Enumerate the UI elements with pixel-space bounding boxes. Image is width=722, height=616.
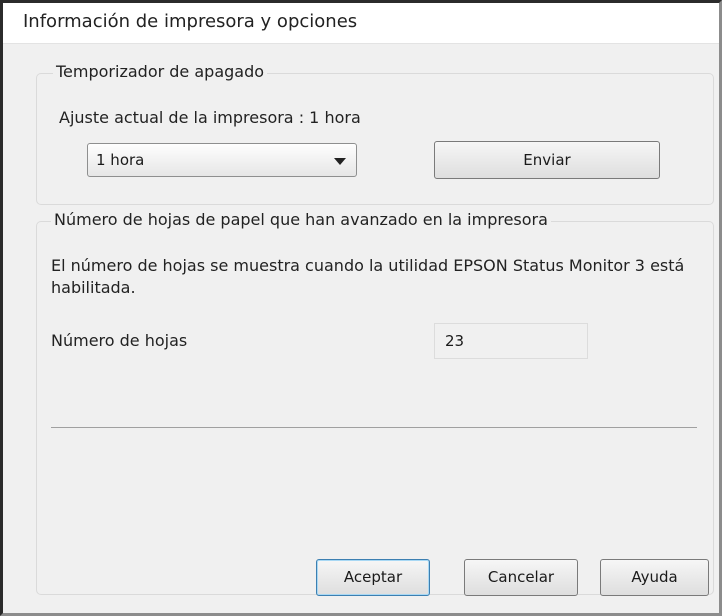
send-button[interactable]: Enviar (434, 141, 660, 179)
power-off-select[interactable]: 1 hora (87, 143, 357, 177)
ok-button[interactable]: Aceptar (316, 559, 430, 596)
help-button[interactable]: Ayuda (600, 559, 709, 596)
sheets-count-field: 23 (434, 323, 588, 359)
title-bar: Información de impresora y opciones (3, 3, 719, 44)
power-off-group-label: Temporizador de apagado (53, 62, 268, 81)
sheets-count-value: 23 (445, 332, 465, 350)
window-title: Información de impresora y opciones (23, 11, 358, 32)
printer-info-dialog: Información de impresora y opciones Temp… (0, 0, 722, 616)
divider (51, 427, 697, 428)
sheets-description: El número de hojas se muestra cuando la … (51, 256, 685, 297)
sheets-count-label: Número de hojas (51, 331, 188, 350)
current-setting-text: Ajuste actual de la impresora : 1 hora (59, 108, 361, 127)
power-off-group (36, 73, 714, 205)
chevron-down-icon[interactable] (334, 158, 346, 165)
cancel-button[interactable]: Cancelar (464, 559, 578, 596)
power-off-select-value: 1 hora (96, 151, 145, 169)
sheets-group-label: Número de hojas de papel que han avanzad… (51, 210, 551, 229)
